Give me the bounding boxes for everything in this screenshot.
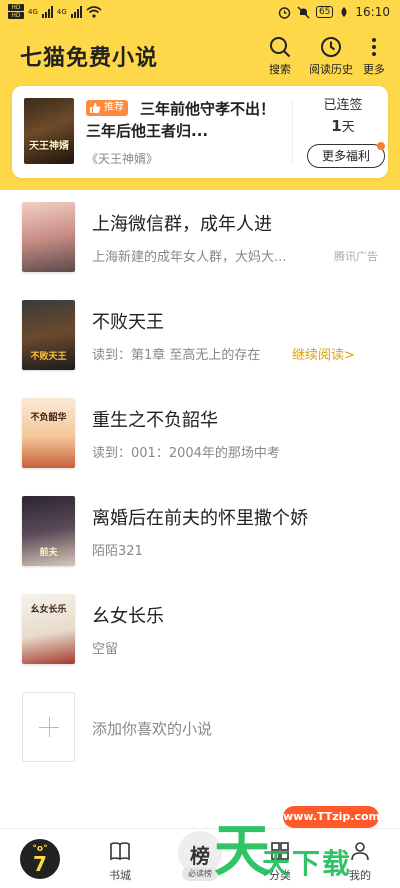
recommendation-book-name: 《天王神婿》 [86, 152, 159, 166]
user-icon [351, 842, 369, 861]
more-label: 更多 [363, 63, 385, 76]
wifi-icon [86, 5, 102, 18]
book-cover-text: 不负韶华 [30, 413, 67, 423]
list-item[interactable]: 前夫 离婚后在前夫的怀里撒个娇 陌陌321 [0, 484, 400, 580]
recommendation-cover-text: 天王神婿 [29, 141, 69, 152]
streak-unit: 天 [341, 120, 355, 135]
watermark-text: 天下载 [262, 847, 353, 880]
recommendation-card[interactable]: 天王神婿 三年前他守孝不出！三年后他王者归... 推荐 《天王神婿》 已连签 1… [12, 86, 388, 178]
home-logo-tab[interactable]: °o° 7 [20, 839, 60, 879]
ad-tag: 腾讯广告 [334, 250, 378, 263]
book-title: 不败天王 [92, 312, 164, 333]
book-subtitle: 空留 [92, 642, 119, 657]
logo-mark: 7 [33, 852, 47, 876]
add-book-label[interactable]: 添加你喜欢的小说 [92, 718, 212, 739]
book-cover-text: 不败天王 [30, 352, 67, 362]
app-title: 七猫免费小说 [20, 46, 159, 71]
book-subtitle: 上海新建的成年女人群，大妈大... [92, 250, 287, 265]
book-title: 幺女长乐 [92, 606, 164, 627]
sign-in-streak-value: 1天 [302, 116, 384, 135]
more-vertical-icon [372, 38, 376, 56]
net-1-label: 4G [28, 7, 38, 16]
list-item[interactable]: 不负韶华 重生之不负韶华 读到：001：2004年的那场中考 [0, 386, 400, 482]
add-book-button[interactable] [22, 692, 75, 762]
watermark-url: www.TTzip.com [283, 806, 380, 828]
recommendation-cover[interactable]: 天王神婿 [24, 98, 74, 164]
tab-bookstore-label: 书城 [109, 869, 131, 882]
more-benefits-label: 更多福利 [321, 149, 370, 163]
notification-dot [377, 142, 385, 150]
list-item[interactable]: 幺女长乐 幺女长乐 空留 [0, 582, 400, 678]
status-bar: HD HD 4G 4G 65 16:10 [0, 0, 400, 28]
book-cover[interactable]: 前夫 [22, 496, 75, 566]
book-icon [110, 842, 130, 861]
book-title: 上海微信群，成年人进 [92, 214, 272, 235]
book-cover[interactable] [22, 202, 75, 272]
sim-1-label: HD [8, 4, 24, 11]
search-icon [270, 37, 291, 58]
book-cover[interactable]: 不负韶华 [22, 398, 75, 468]
continue-reading-link[interactable]: 继续阅读> [292, 344, 355, 363]
more-benefits-button[interactable]: 更多福利 [307, 142, 385, 168]
net-2-label: 4G [56, 7, 67, 16]
more-button[interactable]: 更多 [348, 36, 400, 78]
clock-icon [321, 37, 341, 57]
sign-in-streak-label: 已连签 [323, 98, 363, 113]
book-title: 重生之不负韶华 [92, 410, 218, 431]
book-cover-text: 前夫 [39, 548, 58, 558]
sim-indicators: HD HD [8, 4, 24, 19]
search-button[interactable]: 搜索 [254, 36, 306, 78]
alarm-icon [278, 6, 291, 19]
recommend-badge: 推荐 [86, 100, 128, 116]
book-subtitle: 读到：001：2004年的那场中考 [92, 446, 280, 461]
status-time: 16:10 [355, 5, 390, 19]
battery-indicator: 65 [315, 6, 334, 18]
mute-icon [297, 6, 310, 18]
sim-2-label: HD [8, 12, 24, 19]
card-divider [292, 100, 293, 164]
streak-days: 1 [331, 117, 342, 135]
book-cover-text: 幺女长乐 [30, 605, 67, 615]
recommend-badge-label: 推荐 [104, 102, 124, 113]
book-cover[interactable]: 幺女长乐 [22, 594, 75, 664]
book-subtitle: 陌陌321 [92, 544, 143, 559]
thumbs-up-icon [90, 103, 101, 113]
book-title: 离婚后在前夫的怀里撒个娇 [92, 508, 308, 529]
search-label: 搜索 [269, 63, 291, 76]
book-subtitle: 读到：第1章 至高无上的存在 [92, 348, 261, 363]
list-item[interactable]: 上海微信群，成年人进 上海新建的成年女人群，大妈大... 腾讯广告 [0, 190, 400, 286]
signal-icon-2 [70, 5, 82, 18]
tab-must-read-label: 必读榜 [182, 867, 218, 881]
list-item[interactable]: 不败天王 不败天王 读到：第1章 至高无上的存在 继续阅读> [0, 288, 400, 384]
book-cover[interactable]: 不败天王 [22, 300, 75, 370]
signal-icon [41, 5, 53, 18]
leaf-icon [341, 7, 347, 17]
tab-bookstore[interactable]: 书城 [80, 829, 160, 888]
plus-icon-vertical [49, 717, 50, 737]
